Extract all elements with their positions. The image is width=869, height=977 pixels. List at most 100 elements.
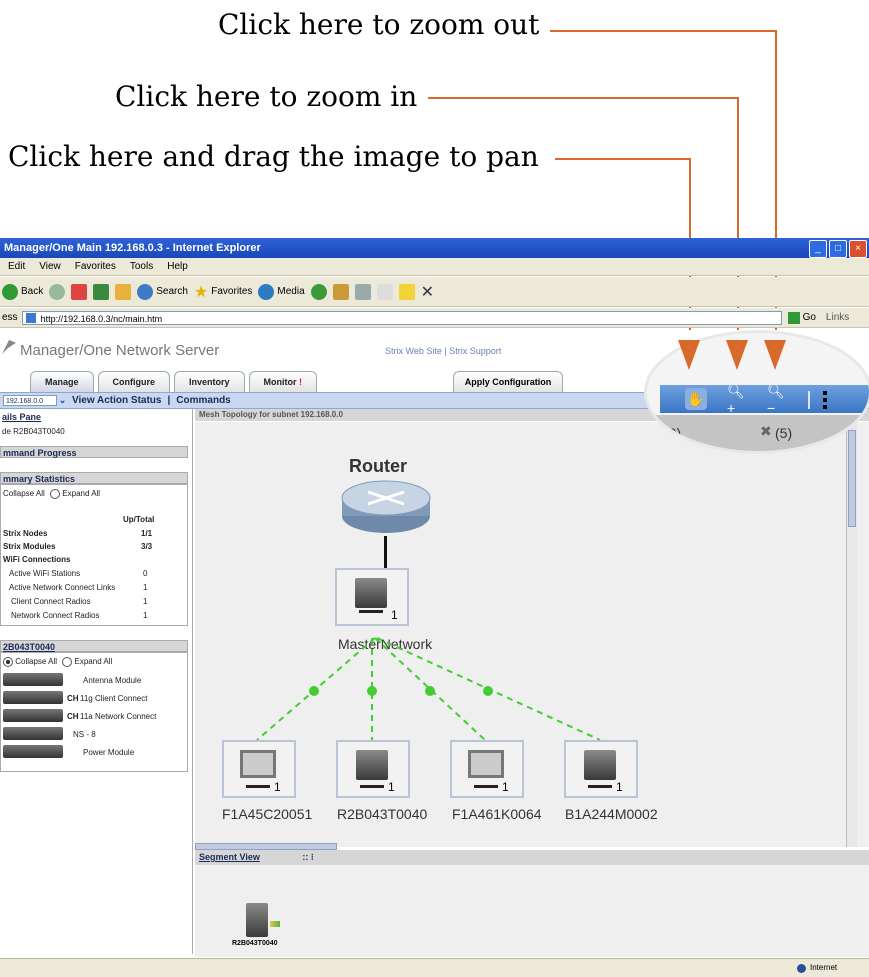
- favorites-button[interactable]: ★ Favorites: [194, 282, 252, 302]
- mail-icon[interactable]: [332, 283, 349, 300]
- node-collapse-toggle[interactable]: Collapse All Expand All: [3, 657, 112, 667]
- minor-alarm-count: (5): [775, 425, 793, 441]
- messenger-icon[interactable]: ✕: [421, 282, 434, 302]
- minimize-icon[interactable]: _: [809, 240, 827, 258]
- summary-statistics-header[interactable]: mmary Statistics: [0, 472, 188, 484]
- menu-favorites[interactable]: Favorites: [75, 258, 116, 275]
- segment-view-controls-icon[interactable]: :: ⁝: [302, 852, 313, 862]
- stat-label[interactable]: Active WiFi Stations: [9, 569, 80, 578]
- node-count: 1: [616, 780, 623, 794]
- stat-value: 1: [143, 611, 148, 620]
- module-label: NS - 8: [73, 730, 96, 739]
- stat-label[interactable]: Active Network Connect Links: [9, 583, 115, 592]
- home-icon[interactable]: [115, 283, 132, 300]
- chevron-down-icon[interactable]: ⌄: [57, 395, 68, 406]
- network-connect-module-icon[interactable]: [3, 709, 63, 722]
- stat-value: 1: [143, 597, 148, 606]
- tab-manage-label: Manage: [45, 377, 79, 387]
- tab-inventory-label: Inventory: [189, 377, 230, 387]
- subnet-select[interactable]: 192.168.0.0: [3, 395, 57, 406]
- menu-edit[interactable]: Edit: [8, 258, 25, 275]
- menu-view[interactable]: View: [39, 258, 61, 275]
- power-module-icon[interactable]: [3, 745, 63, 758]
- node-f1a461k0064[interactable]: 1: [450, 740, 524, 798]
- address-bar: ess http://192.168.0.3/nc/main.htm Go Li…: [0, 308, 869, 328]
- segment-node-label: R2B043T0040: [232, 940, 278, 947]
- media-icon: [258, 283, 275, 300]
- stop-icon[interactable]: [71, 283, 88, 300]
- main-tabs: Manage Configure Inventory Monitor !: [30, 371, 318, 392]
- summary-statistics-box: Collapse All Expand All Up/Total Strix N…: [0, 484, 188, 626]
- server-icon: [356, 750, 388, 780]
- favorites-label: Favorites: [211, 286, 253, 297]
- tab-manage[interactable]: Manage: [30, 371, 94, 392]
- stat-label: Client Connect Radios: [11, 597, 91, 606]
- pan-hand-icon[interactable]: ✋: [685, 388, 707, 410]
- media-label: Media: [277, 286, 305, 297]
- node-b1a244m0002[interactable]: 1: [564, 740, 638, 798]
- module-label: 11g Client Connect: [80, 694, 148, 703]
- tab-inventory[interactable]: Inventory: [174, 371, 245, 392]
- node-label: F1A45C20051: [222, 806, 313, 822]
- go-icon: [787, 311, 800, 324]
- search-button[interactable]: Search: [137, 283, 188, 300]
- stat-value: 1/1: [141, 529, 153, 538]
- zoom-in-icon[interactable]: 🔍︎+: [727, 383, 749, 416]
- top-links[interactable]: Strix Web Site | Strix Support: [385, 346, 501, 356]
- node-base-icon: [360, 785, 384, 788]
- apply-configuration-button[interactable]: Apply Configuration: [453, 371, 563, 392]
- segment-node-icon[interactable]: [246, 903, 268, 937]
- horizontal-scroll-thumb[interactable]: [195, 843, 337, 850]
- zoom-out-icon[interactable]: 🔍︎−: [767, 383, 789, 416]
- expand-radio[interactable]: [50, 489, 61, 499]
- summary-collapse-toggle[interactable]: Collapse All Expand All: [3, 489, 100, 499]
- mesh-links: [256, 637, 601, 741]
- router-icon[interactable]: [340, 478, 432, 536]
- commands-link[interactable]: Commands: [176, 395, 230, 406]
- collapse-radio[interactable]: [3, 657, 13, 667]
- folder-icon[interactable]: [398, 283, 415, 300]
- links-label[interactable]: Links: [826, 312, 849, 323]
- minor-alarm-icon[interactable]: ✖: [760, 423, 772, 440]
- edit-icon[interactable]: [376, 283, 393, 300]
- critical-alarm-icon[interactable]: ✖: [650, 423, 662, 440]
- window-controls: _ □ ×: [809, 240, 867, 258]
- go-button[interactable]: Go: [787, 311, 816, 324]
- router-label: Router: [349, 456, 407, 476]
- module-label: Antenna Module: [83, 676, 142, 685]
- history-icon[interactable]: [310, 283, 327, 300]
- close-icon[interactable]: ×: [849, 240, 867, 258]
- node-header[interactable]: 2B043T0040: [0, 640, 188, 652]
- media-button[interactable]: Media: [258, 283, 305, 300]
- collapse-all-label: Collapse All: [15, 657, 58, 667]
- node-r2b043t0040[interactable]: 1: [336, 740, 410, 798]
- menu-help[interactable]: Help: [167, 258, 188, 275]
- segment-view: [195, 865, 869, 957]
- tab-monitor[interactable]: Monitor !: [248, 371, 318, 392]
- view-action-status-link[interactable]: View Action Status: [72, 395, 161, 406]
- callout-arrows: [678, 340, 786, 370]
- go-label: Go: [802, 312, 816, 323]
- segment-view-title[interactable]: Segment View: [199, 852, 260, 862]
- expand-radio[interactable]: [62, 657, 73, 667]
- monitor-alert-icon: !: [299, 377, 303, 387]
- ns8-module-icon[interactable]: [3, 727, 63, 740]
- browser-toolbar: Back Search ★ Favorites Media ✕: [0, 277, 869, 307]
- menu-tools[interactable]: Tools: [130, 258, 153, 275]
- antenna-module-icon[interactable]: [3, 673, 63, 686]
- client-connect-module-icon[interactable]: [3, 691, 63, 704]
- router-link: [384, 536, 387, 570]
- address-input[interactable]: http://192.168.0.3/nc/main.htm: [21, 310, 782, 325]
- tab-configure[interactable]: Configure: [97, 371, 171, 392]
- pan-leader-h: [555, 158, 690, 160]
- maximize-icon[interactable]: □: [829, 240, 847, 258]
- command-progress-header[interactable]: mmand Progress: [0, 446, 188, 458]
- toolbar-grip-icon[interactable]: [823, 391, 827, 409]
- back-button[interactable]: Back: [2, 283, 43, 300]
- master-network-node[interactable]: 1: [335, 568, 409, 626]
- forward-icon[interactable]: [49, 283, 66, 300]
- node-f1a45c20051[interactable]: 1: [222, 740, 296, 798]
- print-icon[interactable]: [354, 283, 371, 300]
- refresh-icon[interactable]: [93, 283, 110, 300]
- zoom-out-leader-h: [550, 30, 776, 32]
